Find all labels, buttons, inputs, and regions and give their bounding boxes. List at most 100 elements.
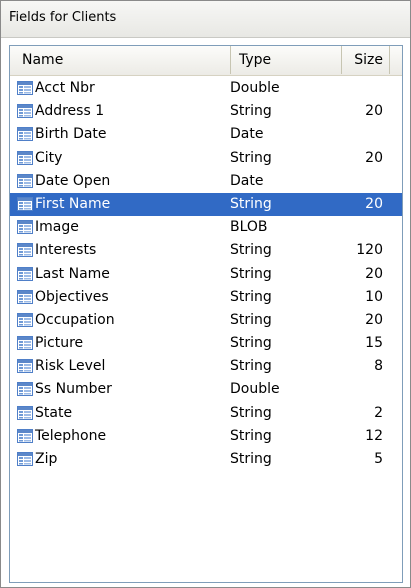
table-field-icon xyxy=(17,81,33,95)
window-title: Fields for Clients xyxy=(9,10,117,25)
field-size: 8 xyxy=(374,358,383,375)
fields-list[interactable]: Name Type Size Acct Nbr Double Address 1… xyxy=(9,45,403,583)
column-header-size[interactable]: Size xyxy=(342,46,390,74)
field-name: Acct Nbr xyxy=(35,80,95,96)
table-field-icon xyxy=(17,127,33,142)
field-name: Ss Number xyxy=(35,381,112,398)
field-row[interactable]: Risk Level String 8 xyxy=(10,355,402,378)
field-type: String xyxy=(230,195,272,212)
field-name: Last Name xyxy=(35,265,110,282)
field-row[interactable]: Interests String 120 xyxy=(10,239,402,262)
field-row[interactable]: Occupation String 20 xyxy=(10,309,402,332)
column-header: Name Type Size xyxy=(10,46,402,76)
fields-window: Fields for Clients Name Type Size Acct N… xyxy=(0,0,411,588)
field-name: Picture xyxy=(35,335,84,352)
field-row[interactable]: Date Open Date xyxy=(10,170,402,193)
field-row[interactable]: Birth Date Date xyxy=(10,123,402,146)
field-type: Date xyxy=(230,126,264,143)
field-size: 15 xyxy=(365,335,383,352)
field-name: Objectives xyxy=(35,288,109,305)
title-bar: Fields for Clients xyxy=(1,1,410,38)
table-field-icon xyxy=(17,196,33,211)
field-name-cell: Ss Number xyxy=(17,378,229,401)
field-name: City xyxy=(35,149,63,166)
table-field-icon xyxy=(17,266,33,281)
field-row[interactable]: Acct Nbr Double xyxy=(10,77,402,100)
field-size: 10 xyxy=(365,288,383,305)
field-name: State xyxy=(35,404,73,421)
field-size: 12 xyxy=(365,427,383,444)
field-name: Birth Date xyxy=(35,126,107,143)
field-row[interactable]: Objectives String 10 xyxy=(10,286,402,309)
table-field-icon xyxy=(17,359,33,374)
table-field-icon xyxy=(17,150,33,165)
field-size: 20 xyxy=(365,195,383,212)
field-type: Double xyxy=(230,381,280,398)
field-name-cell: State xyxy=(17,402,229,425)
field-row-selected[interactable]: First Name String 20 xyxy=(10,192,402,217)
field-row[interactable]: Address 1 String 20 xyxy=(10,100,402,123)
field-type: String xyxy=(230,358,272,375)
table-field-icon xyxy=(17,289,33,304)
table-field-icon xyxy=(17,243,33,258)
field-name: Date Open xyxy=(35,172,111,189)
field-size: 20 xyxy=(365,311,383,328)
field-name-cell: Interests xyxy=(17,239,229,262)
field-type: String xyxy=(230,242,272,259)
field-name: Interests xyxy=(35,242,97,259)
field-type: String xyxy=(230,311,272,328)
field-size: 20 xyxy=(365,103,383,120)
field-rows: Acct Nbr Double Address 1 String 20 Birt… xyxy=(10,77,402,471)
field-name: Zip xyxy=(35,451,58,467)
field-name-cell: Last Name xyxy=(17,263,229,286)
field-name: Risk Level xyxy=(35,358,106,375)
field-name-cell: Risk Level xyxy=(17,355,229,378)
table-field-icon xyxy=(17,405,33,420)
field-name-cell: Zip xyxy=(17,448,229,471)
table-field-icon xyxy=(17,452,33,466)
field-name: Telephone xyxy=(35,427,107,444)
field-type: String xyxy=(230,288,272,305)
field-name-cell: Address 1 xyxy=(17,100,229,123)
field-name: Image xyxy=(35,219,79,236)
table-field-icon xyxy=(17,312,33,327)
field-type: Double xyxy=(230,80,280,96)
field-name-cell: Picture xyxy=(17,332,229,355)
field-name-cell: Occupation xyxy=(17,309,229,332)
table-field-icon xyxy=(17,428,33,443)
field-size: 5 xyxy=(374,451,383,467)
field-type: String xyxy=(230,103,272,120)
field-type: BLOB xyxy=(230,219,268,236)
field-name-cell: Telephone xyxy=(17,425,229,448)
field-row[interactable]: Image BLOB xyxy=(10,216,402,239)
table-field-icon xyxy=(17,336,33,351)
field-type: String xyxy=(230,427,272,444)
field-name: Address 1 xyxy=(35,103,105,120)
field-name-cell: Image xyxy=(17,216,229,239)
table-field-icon xyxy=(17,173,33,188)
field-size: 20 xyxy=(365,265,383,282)
table-field-icon xyxy=(17,104,33,119)
field-size: 20 xyxy=(365,149,383,166)
field-row[interactable]: Zip String 5 xyxy=(10,448,402,471)
field-type: String xyxy=(230,451,272,467)
field-type: String xyxy=(230,335,272,352)
field-name: Occupation xyxy=(35,311,115,328)
field-name-cell: City xyxy=(17,147,229,170)
field-row[interactable]: City String 20 xyxy=(10,147,402,170)
field-type: Date xyxy=(230,172,264,189)
field-row[interactable]: Picture String 15 xyxy=(10,332,402,355)
field-row[interactable]: Last Name String 20 xyxy=(10,263,402,286)
field-row[interactable]: State String 2 xyxy=(10,402,402,425)
field-name-cell: Date Open xyxy=(17,170,229,193)
field-type: String xyxy=(230,404,272,421)
column-header-name[interactable]: Name xyxy=(10,46,231,74)
field-name-cell: First Name xyxy=(17,193,229,216)
field-row[interactable]: Ss Number Double xyxy=(10,378,402,401)
field-size: 2 xyxy=(374,404,383,421)
table-field-icon xyxy=(17,220,33,235)
field-type: String xyxy=(230,149,272,166)
field-row[interactable]: Telephone String 12 xyxy=(10,425,402,448)
column-header-type[interactable]: Type xyxy=(231,46,342,74)
field-name-cell: Birth Date xyxy=(17,123,229,146)
